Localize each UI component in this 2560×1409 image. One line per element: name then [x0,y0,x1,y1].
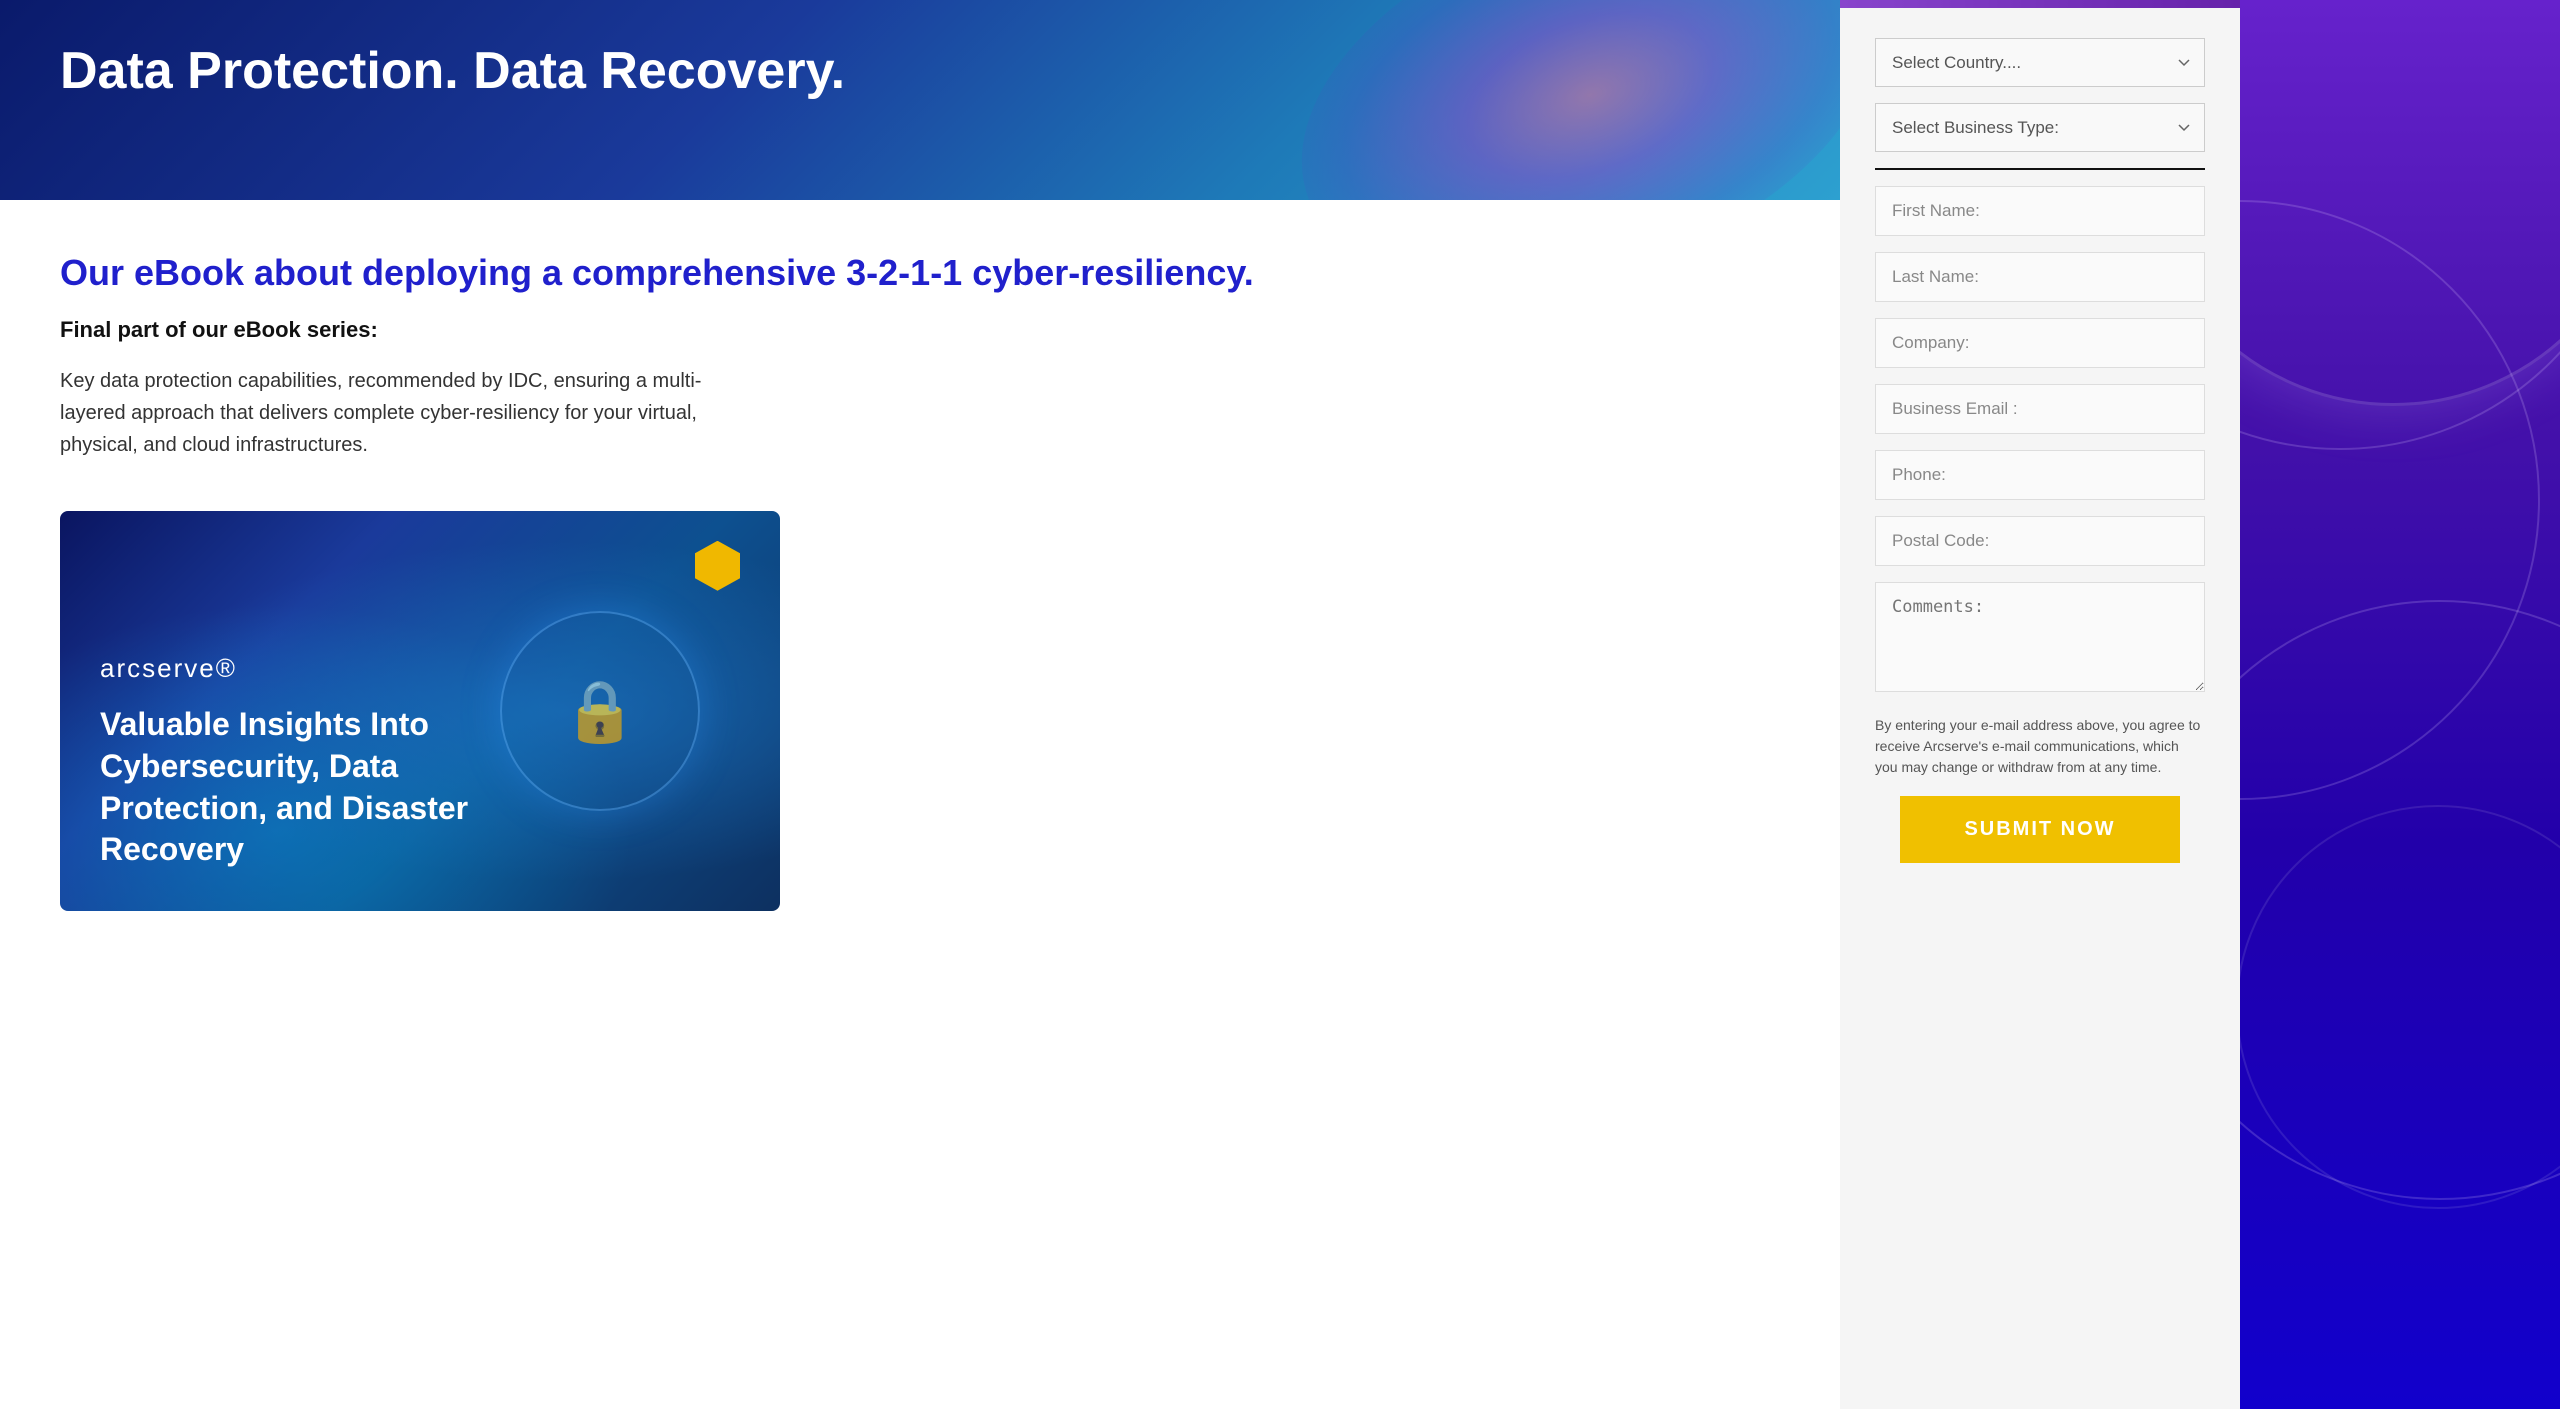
phone-field[interactable] [1875,450,2205,500]
hero-banner: Data Protection. Data Recovery. [0,0,1840,200]
last-name-field[interactable] [1875,252,2205,302]
hero-title: Data Protection. Data Recovery. [60,40,1780,102]
ebook-image-title: Valuable Insights Into Cybersecurity, Da… [100,704,500,870]
company-field[interactable] [1875,318,2205,368]
country-field[interactable]: Select Country.... United States United … [1875,38,2205,87]
last-name-input[interactable] [1875,252,2205,302]
company-input[interactable] [1875,318,2205,368]
form-divider [1875,168,2205,170]
swirl-decoration-3 [2240,600,2560,1200]
postal-field[interactable] [1875,516,2205,566]
first-name-field[interactable] [1875,186,2205,236]
comments-field[interactable] [1875,582,2205,697]
email-input[interactable] [1875,384,2205,434]
business-type-field[interactable]: Select Business Type: Enterprise SMB Gov… [1875,103,2205,152]
business-type-select[interactable]: Select Business Type: Enterprise SMB Gov… [1875,103,2205,152]
form-container: Select Country.... United States United … [1840,8,2240,903]
shield-icon [695,541,740,591]
left-panel: Data Protection. Data Recovery. Our eBoo… [0,0,1840,1409]
submit-button[interactable]: SUBMIT NOW [1900,796,2180,863]
postal-input[interactable] [1875,516,2205,566]
phone-input[interactable] [1875,450,2205,500]
comments-textarea[interactable] [1875,582,2205,692]
decorative-panel [2240,0,2560,1409]
top-accent-bar [1840,0,2240,8]
ebook-image: arcserve® Valuable Insights Into Cyberse… [60,511,780,911]
final-part-label: Final part of our eBook series: [60,317,1780,343]
content-area: Our eBook about deploying a comprehensiv… [0,200,1840,961]
lock-circle-decoration [500,611,700,811]
email-field[interactable] [1875,384,2205,434]
country-select[interactable]: Select Country.... United States United … [1875,38,2205,87]
ebook-heading: Our eBook about deploying a comprehensiv… [60,250,1780,297]
form-panel: Select Country.... United States United … [1840,0,2240,1409]
first-name-input[interactable] [1875,186,2205,236]
description-text: Key data protection capabilities, recomm… [60,365,760,461]
disclaimer-text: By entering your e-mail address above, y… [1875,715,2205,778]
arcserve-brand: arcserve® [100,653,740,684]
